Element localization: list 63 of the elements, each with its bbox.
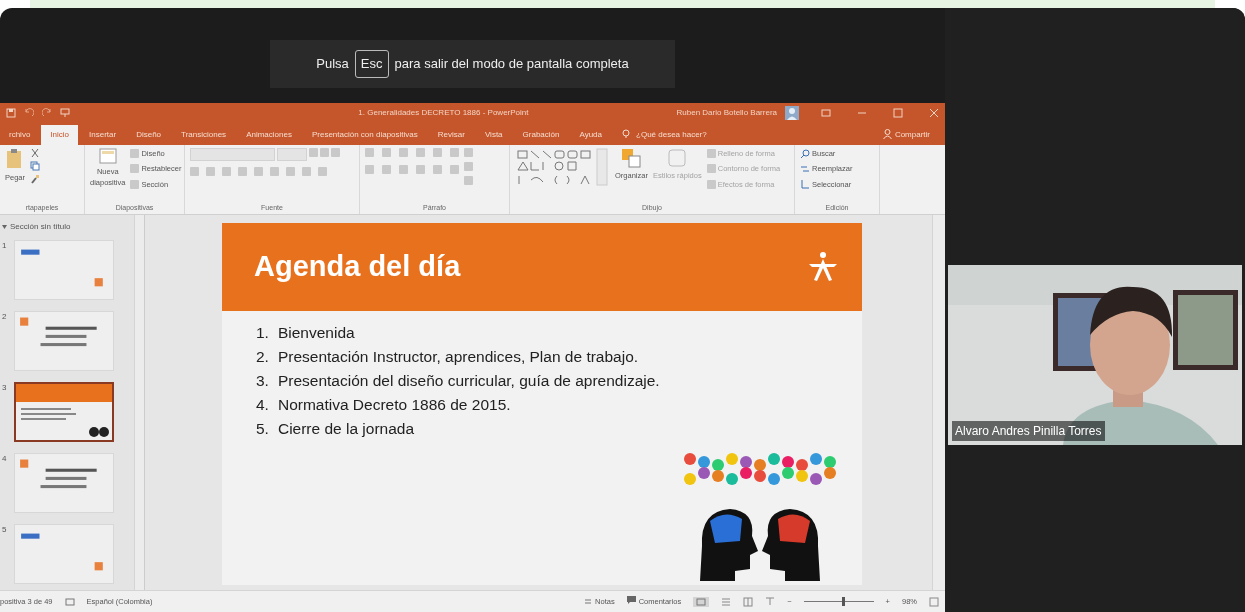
share-button[interactable]: Compartir [873, 125, 939, 145]
ribbon-tab[interactable]: Revisar [428, 125, 474, 145]
list-item: 4. Normativa Decreto 1886 de 2015. [256, 395, 512, 415]
ribbon-tab[interactable]: Inicio [41, 125, 79, 145]
collapse-icon[interactable] [2, 224, 7, 230]
slider-thumb[interactable] [842, 597, 846, 606]
list-item: 1. Bienvenida [256, 323, 356, 343]
presentation-icon[interactable] [60, 108, 70, 118]
tell-me-field[interactable]: ¿Qué desea hacer? [613, 125, 716, 145]
slide-number: 1 [2, 240, 8, 252]
lightbulb-icon [622, 129, 630, 139]
person-icon [882, 129, 892, 139]
slide-title: Agenda del día [254, 249, 461, 285]
font-size-field[interactable] [277, 148, 307, 161]
replace-icon [800, 163, 810, 174]
ribbon-tab[interactable]: Transiciones [172, 125, 236, 145]
arrange-icon [621, 148, 642, 168]
normal-view-icon[interactable] [693, 596, 710, 607]
ribbon-tab[interactable]: Presentación con diapositivas [302, 125, 427, 145]
brush-icon[interactable] [30, 174, 40, 184]
redo-icon[interactable] [42, 108, 52, 118]
scrollbar[interactable] [932, 215, 945, 590]
ribbon-tab[interactable]: Ayuda [570, 125, 611, 145]
ribbon-tab[interactable]: rchivo [0, 125, 40, 145]
user-name: Ruben Dario Botello Barrera [676, 107, 777, 119]
notice-text: para salir del modo de pantalla completa [394, 55, 629, 74]
sorter-view-icon[interactable] [721, 596, 732, 607]
ribbon-tab[interactable]: Grabación [513, 125, 569, 145]
comment-icon [626, 595, 636, 604]
copy-icon[interactable] [30, 161, 40, 171]
save-icon[interactable] [6, 108, 16, 118]
close-icon[interactable] [929, 108, 939, 118]
key-label: Esc [354, 50, 389, 78]
fit-icon[interactable] [929, 596, 939, 607]
list-item: 2. Presentación Instructor, aprendices, Plan de trabajo. [256, 347, 640, 367]
maximize-icon[interactable] [893, 108, 903, 118]
ribbon-tab[interactable]: Insertar [80, 125, 126, 145]
slide-number: 5 [2, 524, 8, 536]
undo-icon[interactable] [24, 108, 34, 118]
list-item: 5. Cierre de la jornada [256, 419, 416, 439]
slide-number: 3 [2, 382, 8, 394]
slide-thumbnail[interactable] [14, 382, 114, 442]
slide-number: 4 [2, 453, 8, 465]
ribbon-tab[interactable]: Vista [475, 125, 512, 145]
participant-name: Alvaro Andres Pinilla Torres [952, 421, 1105, 441]
shapes-gallery-drawing[interactable] [515, 148, 610, 186]
list-item: 3. Presentación del diseño curricular, guía de aprendizaje. [256, 371, 660, 391]
slide-number: 2 [2, 311, 8, 323]
reading-view-icon[interactable] [743, 596, 754, 607]
ribbon-tab[interactable]: Diseño [127, 125, 171, 145]
slide-icon [98, 148, 117, 164]
section-title: Sección sin título [10, 221, 71, 233]
styles-icon [667, 148, 688, 168]
window-title: 1. Generalidades DECRETO 1886 - PowerPoint [358, 107, 529, 119]
ribbon-tab[interactable]: Animaciones [237, 125, 301, 145]
ribbon-options-icon[interactable] [821, 108, 831, 118]
scissors-icon[interactable] [30, 148, 40, 158]
search-icon [800, 148, 810, 159]
font-field[interactable] [190, 148, 275, 161]
select-icon [800, 179, 810, 190]
notice-text: Pulsa [316, 55, 349, 74]
scrollbar[interactable] [134, 215, 144, 590]
avatar-icon[interactable] [785, 106, 799, 120]
